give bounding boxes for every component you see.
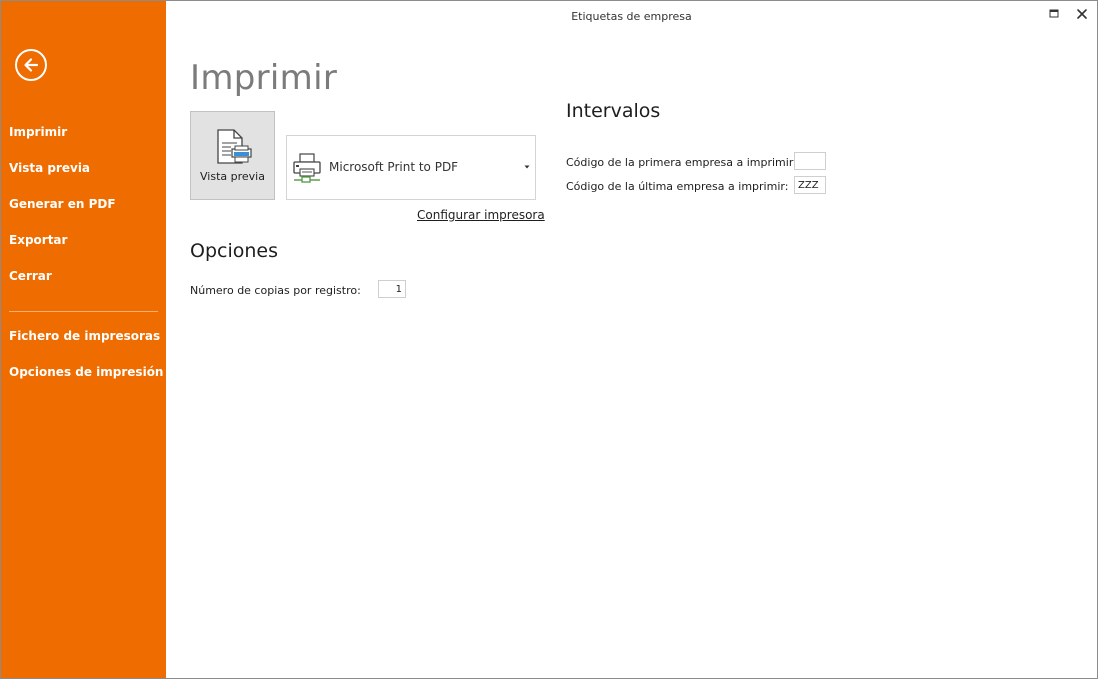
close-icon: [1077, 9, 1087, 19]
sidebar-item-fichero-impresoras[interactable]: Fichero de impresoras: [9, 329, 160, 343]
printer-select-value: Microsoft Print to PDF: [329, 160, 459, 174]
app-window: Imprimir Vista previa Generar en PDF Exp…: [0, 0, 1098, 679]
configure-printer-link[interactable]: Configurar impresora: [417, 208, 545, 222]
printer-icon: [293, 153, 321, 183]
printer-select[interactable]: Microsoft Print to PDF: [286, 135, 536, 200]
copies-label: Número de copias por registro:: [190, 284, 361, 297]
sidebar-item-generar-pdf[interactable]: Generar en PDF: [9, 197, 116, 211]
preview-button[interactable]: Vista previa: [190, 111, 275, 200]
sidebar-divider: [9, 311, 158, 312]
sidebar: Imprimir Vista previa Generar en PDF Exp…: [1, 1, 166, 678]
chevron-down-icon: [524, 165, 530, 169]
sidebar-item-exportar[interactable]: Exportar: [9, 233, 67, 247]
sidebar-item-opciones-impresion[interactable]: Opciones de impresión: [9, 365, 163, 379]
copies-input[interactable]: [378, 280, 406, 298]
window-title: Etiquetas de empresa: [571, 10, 692, 23]
preview-button-label: Vista previa: [200, 170, 265, 183]
options-heading: Opciones: [190, 240, 278, 262]
page-title: Imprimir: [190, 58, 338, 98]
arrow-left-icon: [24, 58, 39, 72]
document-preview-icon: [217, 129, 252, 164]
maximize-icon: [1049, 9, 1059, 18]
last-code-label: Código de la última empresa a imprimir:: [566, 180, 789, 193]
close-button[interactable]: [1074, 6, 1090, 22]
maximize-button[interactable]: [1046, 6, 1062, 22]
first-code-input[interactable]: [794, 152, 826, 170]
sidebar-item-cerrar[interactable]: Cerrar: [9, 269, 52, 283]
back-button[interactable]: [15, 49, 47, 81]
first-code-label: Código de la primera empresa a imprimir:: [566, 156, 797, 169]
intervals-heading: Intervalos: [566, 100, 661, 122]
sidebar-item-vista-previa[interactable]: Vista previa: [9, 161, 90, 175]
sidebar-item-imprimir[interactable]: Imprimir: [9, 125, 67, 139]
last-code-input[interactable]: [794, 176, 826, 194]
